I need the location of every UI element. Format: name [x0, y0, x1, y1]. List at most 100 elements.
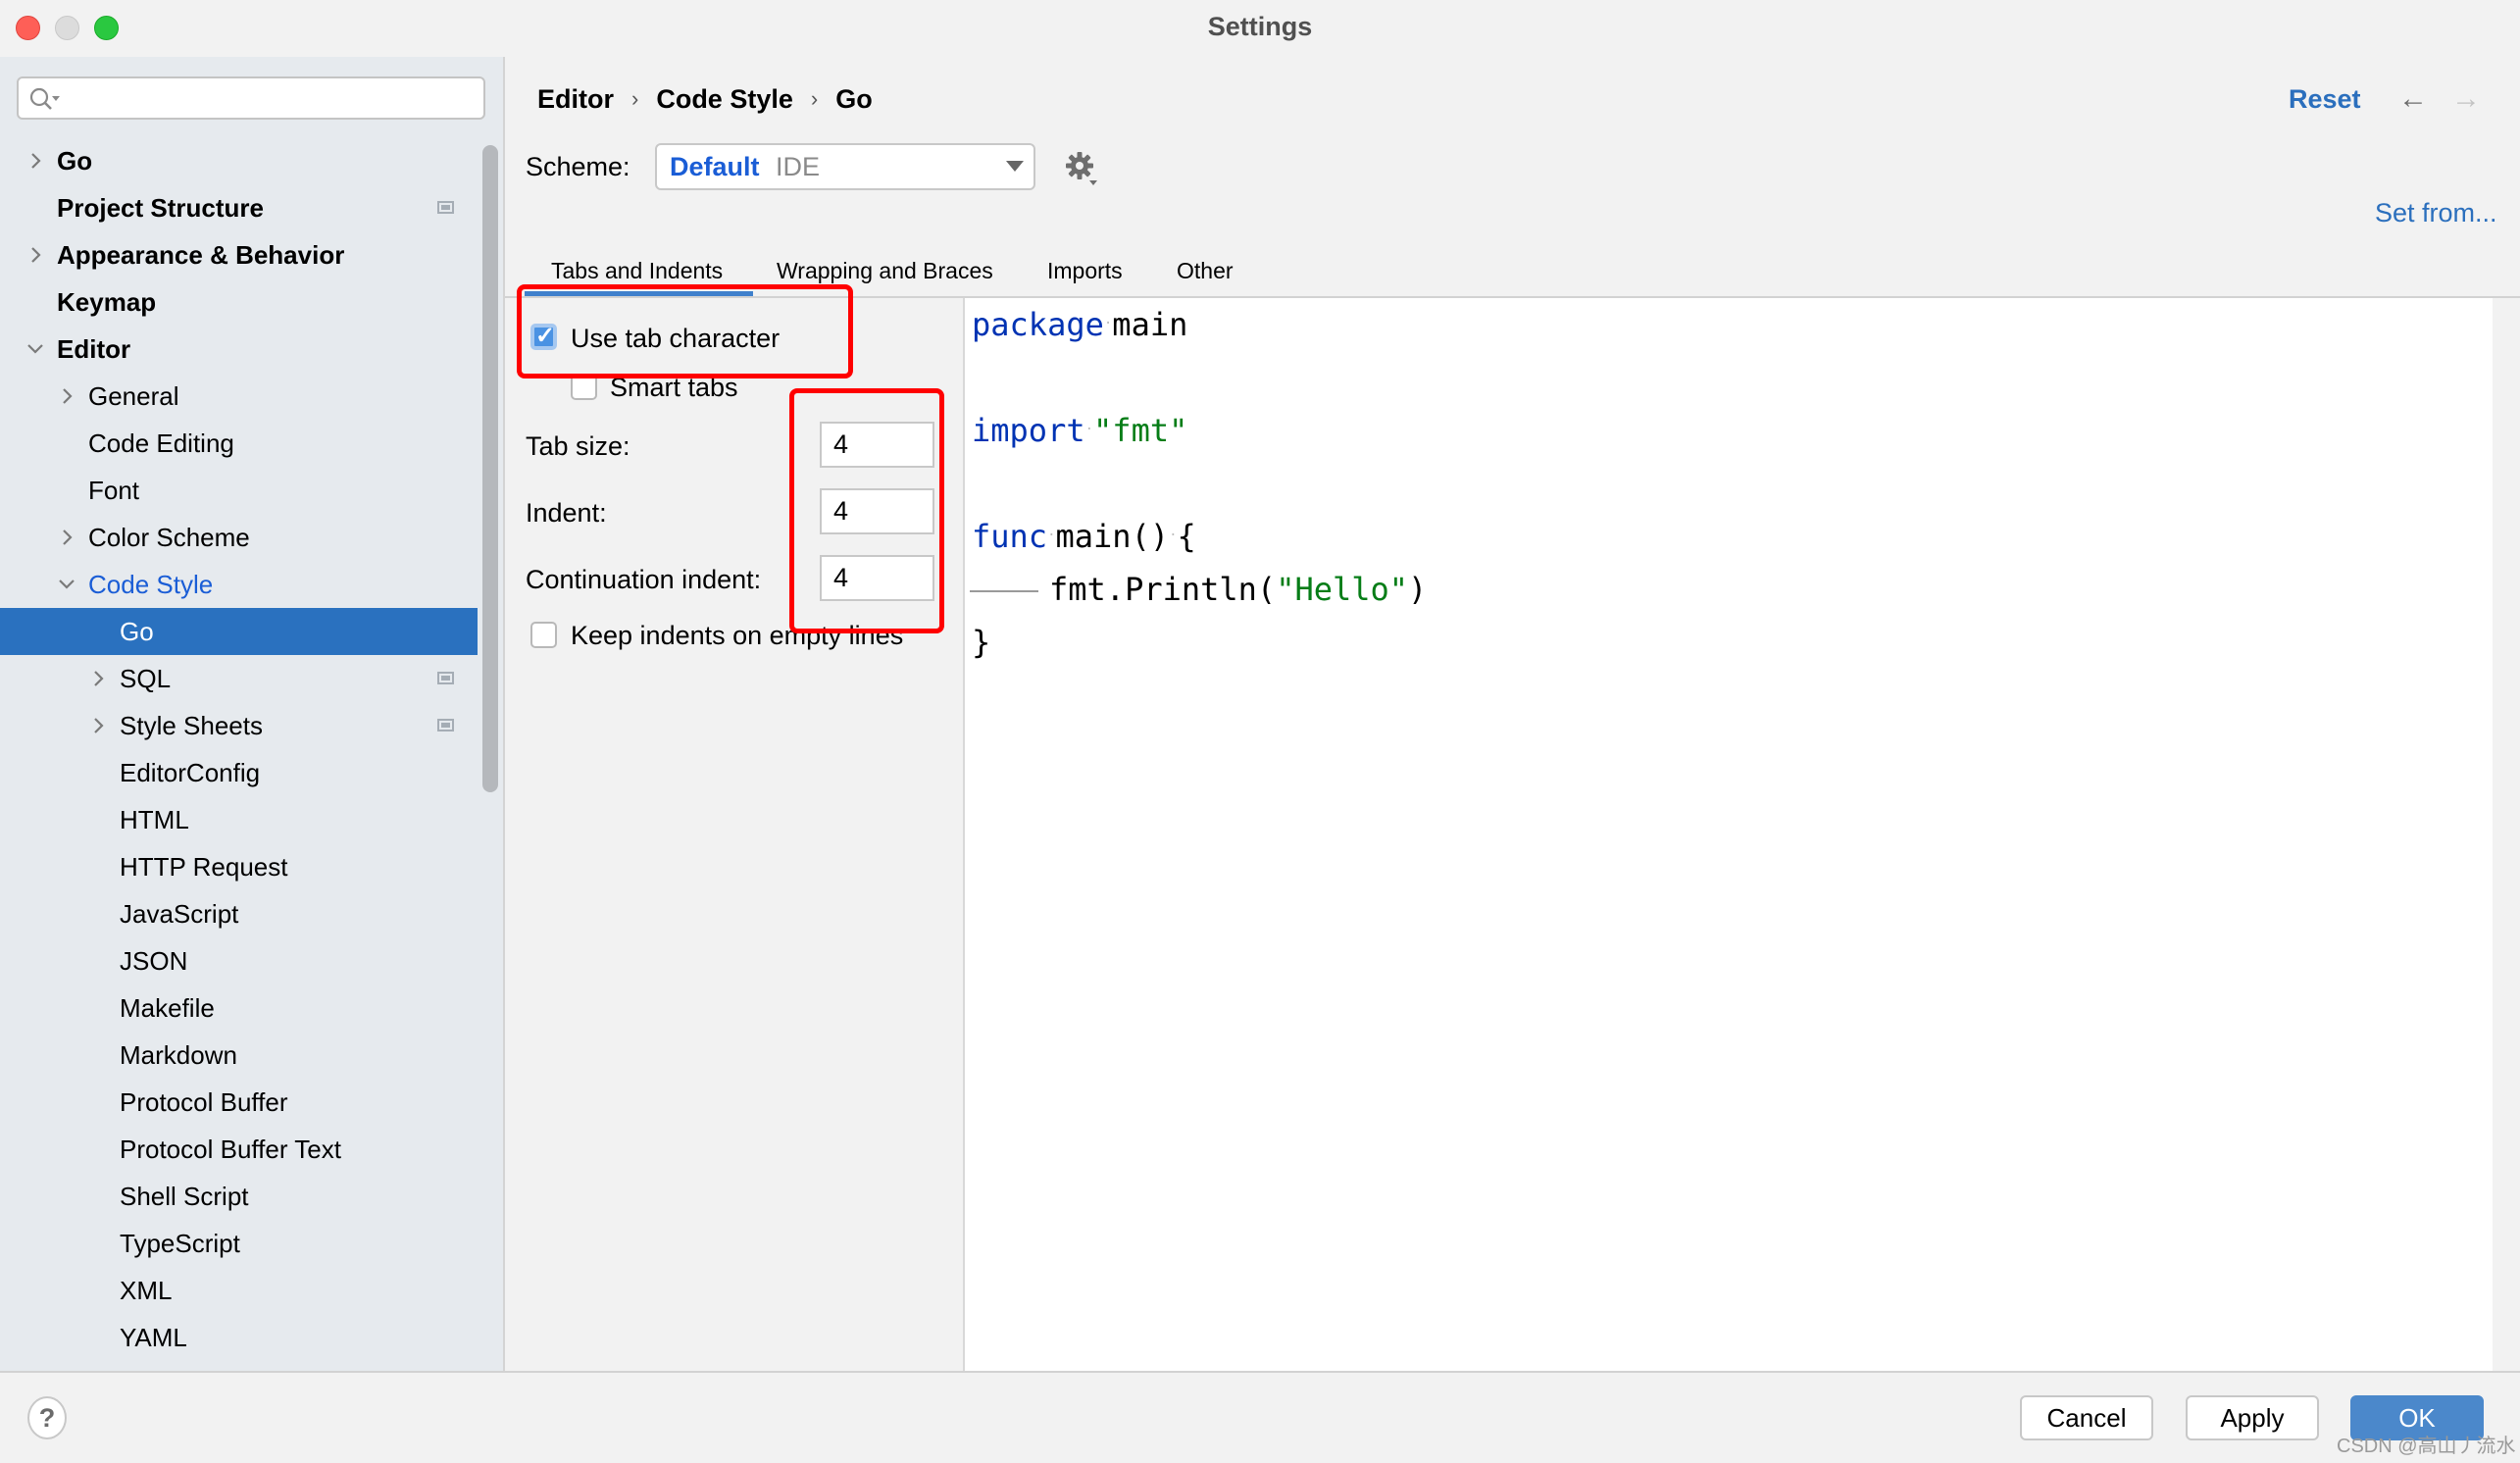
tab-character-indicator: [970, 590, 1038, 592]
sidebar-item-protocol-buffer[interactable]: Protocol Buffer: [0, 1079, 478, 1126]
sidebar-item-protocol-buffer-text[interactable]: Protocol Buffer Text: [0, 1126, 478, 1173]
sidebar-item-makefile[interactable]: Makefile: [0, 984, 478, 1032]
sidebar-item-label: JSON: [120, 946, 188, 976]
sidebar-item-label: Keymap: [57, 287, 157, 317]
breadcrumb-separator: ›: [810, 86, 819, 111]
sidebar-item-xml[interactable]: XML: [0, 1267, 478, 1314]
sidebar-item-go[interactable]: Go: [0, 608, 478, 655]
settings-sidebar: Go Project Structure Appearance & Behavior…: [0, 57, 505, 1371]
code-line-2: import·"fmt": [972, 412, 1188, 449]
sidebar-item-label: Makefile: [120, 993, 215, 1023]
sidebar-item-label: YAML: [120, 1323, 187, 1352]
breadcrumb-item-code-style[interactable]: Code Style: [656, 84, 793, 114]
chevron-down-icon[interactable]: [25, 326, 49, 373]
scheme-label: Scheme:: [526, 152, 630, 181]
breadcrumb-separator: ›: [631, 86, 639, 111]
gear-icon[interactable]: [1065, 149, 1100, 193]
breadcrumb-item-editor[interactable]: Editor: [537, 84, 614, 114]
project-level-settings-icon: [437, 719, 454, 732]
code-line-3: func·main()·{: [972, 518, 1196, 555]
sidebar-item-typescript[interactable]: TypeScript: [0, 1220, 478, 1267]
search-icon: [28, 86, 64, 117]
tab-size-label: Tab size:: [526, 431, 630, 461]
chevron-right-icon[interactable]: [88, 702, 112, 749]
sidebar-item-label: HTML: [120, 805, 189, 834]
annotation-box-tab-character: [517, 284, 853, 378]
forward-arrow-icon[interactable]: →: [2451, 82, 2481, 116]
back-arrow-icon[interactable]: ←: [2398, 82, 2428, 116]
sidebar-item-label: Markdown: [120, 1040, 237, 1070]
tab-imports[interactable]: Imports: [1047, 258, 1123, 284]
sidebar-item-label: Go: [120, 617, 154, 646]
sidebar-item-label: Shell Script: [120, 1182, 249, 1211]
sidebar-item-editor[interactable]: Editor: [0, 326, 478, 373]
sidebar-item-label: Go: [57, 146, 93, 176]
chevron-right-icon[interactable]: [25, 231, 49, 278]
tab-tabs-and-indents[interactable]: Tabs and Indents: [551, 258, 723, 284]
sidebar-scrollbar[interactable]: [482, 145, 498, 792]
sidebar-item-label: Appearance & Behavior: [57, 240, 345, 270]
sidebar-item-font[interactable]: Font: [0, 467, 478, 514]
sidebar-item-go[interactable]: Go: [0, 137, 478, 184]
annotation-box-indent-values: [789, 388, 944, 633]
sidebar-item-code-style[interactable]: Code Style: [0, 561, 478, 608]
sidebar-item-label: XML: [120, 1276, 173, 1305]
apply-button[interactable]: Apply: [2186, 1395, 2319, 1440]
code-line-4: fmt.Println("Hello"): [1049, 571, 1428, 608]
tab-wrapping-and-braces[interactable]: Wrapping and Braces: [777, 258, 993, 284]
sidebar-item-label: General: [88, 381, 179, 411]
sidebar-item-keymap[interactable]: Keymap: [0, 278, 478, 326]
sidebar-item-json[interactable]: JSON: [0, 937, 478, 984]
indent-label: Indent:: [526, 498, 607, 528]
sidebar-item-html[interactable]: HTML: [0, 796, 478, 843]
code-preview: package·main import·"fmt" func·main()·{ …: [963, 298, 2493, 1371]
help-button[interactable]: ?: [27, 1396, 67, 1439]
sidebar-item-label: Protocol Buffer: [120, 1087, 288, 1117]
continuation-indent-label: Continuation indent:: [526, 565, 762, 594]
sidebar-item-shell-script[interactable]: Shell Script: [0, 1173, 478, 1220]
sidebar-item-label: TypeScript: [120, 1229, 240, 1258]
footer-divider: [0, 1371, 2520, 1373]
project-level-settings-icon: [437, 201, 454, 214]
reset-link[interactable]: Reset: [2289, 84, 2361, 115]
scheme-dropdown[interactable]: Default IDE: [655, 143, 1035, 190]
sidebar-item-appearance-behavior[interactable]: Appearance & Behavior: [0, 231, 478, 278]
window-title: Settings: [1207, 12, 1313, 41]
breadcrumb: Editor › Code Style › Go: [537, 84, 873, 115]
project-level-settings-icon: [437, 672, 454, 684]
settings-search-input[interactable]: [17, 76, 485, 120]
sidebar-item-http-request[interactable]: HTTP Request: [0, 843, 478, 890]
sidebar-item-label: HTTP Request: [120, 852, 288, 882]
sidebar-item-label: Style Sheets: [120, 711, 263, 740]
sidebar-item-style-sheets[interactable]: Style Sheets: [0, 702, 478, 749]
sidebar-item-label: JavaScript: [120, 899, 239, 929]
sidebar-item-general[interactable]: General: [0, 373, 478, 420]
keep-indents-checkbox[interactable]: [530, 622, 557, 648]
sidebar-item-markdown[interactable]: Markdown: [0, 1032, 478, 1079]
sidebar-item-project-structure[interactable]: Project Structure: [0, 184, 478, 231]
tab-other[interactable]: Other: [1177, 258, 1234, 284]
sidebar-item-label: SQL: [120, 664, 172, 693]
sidebar-item-editorconfig[interactable]: EditorConfig: [0, 749, 478, 796]
chevron-down-icon: [1006, 161, 1024, 172]
chevron-right-icon[interactable]: [57, 514, 80, 561]
sidebar-item-color-scheme[interactable]: Color Scheme: [0, 514, 478, 561]
chevron-down-icon[interactable]: [57, 561, 80, 608]
sidebar-item-code-editing[interactable]: Code Editing: [0, 420, 478, 467]
sidebar-item-yaml[interactable]: YAML: [0, 1314, 478, 1361]
chevron-right-icon[interactable]: [88, 655, 112, 702]
scheme-name: Default: [670, 152, 760, 181]
sidebar-item-javascript[interactable]: JavaScript: [0, 890, 478, 937]
sidebar-item-label: Code Style: [88, 570, 214, 599]
chevron-right-icon[interactable]: [25, 137, 49, 184]
sidebar-item-label: Editor: [57, 334, 131, 364]
cancel-button[interactable]: Cancel: [2020, 1395, 2153, 1440]
sidebar-item-label: Code Editing: [88, 429, 234, 458]
title-bar: Settings: [0, 0, 2520, 57]
code-line-5: }: [972, 624, 991, 661]
chevron-right-icon[interactable]: [57, 373, 80, 420]
set-from-link[interactable]: Set from...: [2375, 198, 2497, 228]
sidebar-item-label: Font: [88, 476, 140, 505]
sidebar-item-sql[interactable]: SQL: [0, 655, 478, 702]
watermark: CSDN @高山丿流水: [2337, 1436, 2516, 1457]
